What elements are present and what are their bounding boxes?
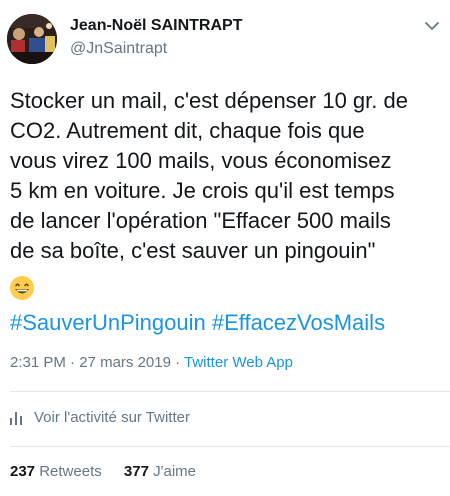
hashtag-link[interactable]: #EffacezVosMails [212, 310, 385, 335]
tweet-text-line: 5 km en voiture. Je crois qu'il est temp… [10, 178, 395, 203]
stats-bar-icon [10, 409, 22, 425]
author-handle[interactable]: @JnSaintrapt [70, 40, 167, 58]
tweet-text-line: de sa boîte, c'est sauver un pingouin" [10, 238, 376, 263]
engagement-stats: 237 Retweets 377 J'aime [10, 463, 214, 480]
grinning-face-emoji-icon [9, 275, 35, 301]
meta-separator: · [170, 354, 185, 371]
avatar-photo-icon [7, 14, 57, 64]
meta-separator: · [65, 354, 80, 371]
chevron-down-icon [425, 22, 439, 30]
more-options-button[interactable] [420, 14, 444, 38]
likes-stat[interactable]: 377 J'aime [124, 463, 196, 480]
tweet-text-line: vous virez 100 mails, vous économisez [10, 148, 392, 173]
tweet-time[interactable]: 2:31 PM [10, 354, 66, 371]
hashtag-link[interactable]: #SauverUnPingouin [10, 310, 206, 335]
retweets-stat[interactable]: 237 Retweets [10, 463, 102, 480]
divider [10, 391, 450, 392]
tweet-text-line: de lancer l'opération "Effacer 500 mails [10, 208, 391, 233]
view-activity-link[interactable]: Voir l'activité sur Twitter [10, 405, 190, 429]
hashtag-list: #SauverUnPingouin #EffacezVosMails [10, 308, 385, 338]
retweets-count: 237 [10, 463, 36, 480]
likes-label: J'aime [153, 463, 196, 480]
tweet-text-line: CO2. Autrement dit, chaque fois que [10, 118, 365, 143]
retweets-label: Retweets [39, 463, 102, 480]
avatar[interactable] [7, 14, 57, 64]
tweet-text-line: Stocker un mail, c'est dépenser 10 gr. d… [10, 88, 408, 113]
tweet-meta: 2:31 PM · 27 mars 2019 · Twitter Web App [10, 354, 293, 371]
divider [10, 446, 450, 447]
tweet-text: Stocker un mail, c'est dépenser 10 gr. d… [10, 86, 448, 266]
tweet-header: Jean-Noël SAINTRAPT @JnSaintrapt [0, 0, 450, 72]
tweet-date[interactable]: 27 mars 2019 [79, 354, 171, 371]
author-display-name[interactable]: Jean-Noël SAINTRAPT [70, 17, 242, 35]
source-app-link[interactable]: Twitter Web App [184, 354, 293, 371]
likes-count: 377 [123, 463, 149, 480]
view-activity-label: Voir l'activité sur Twitter [34, 408, 190, 426]
